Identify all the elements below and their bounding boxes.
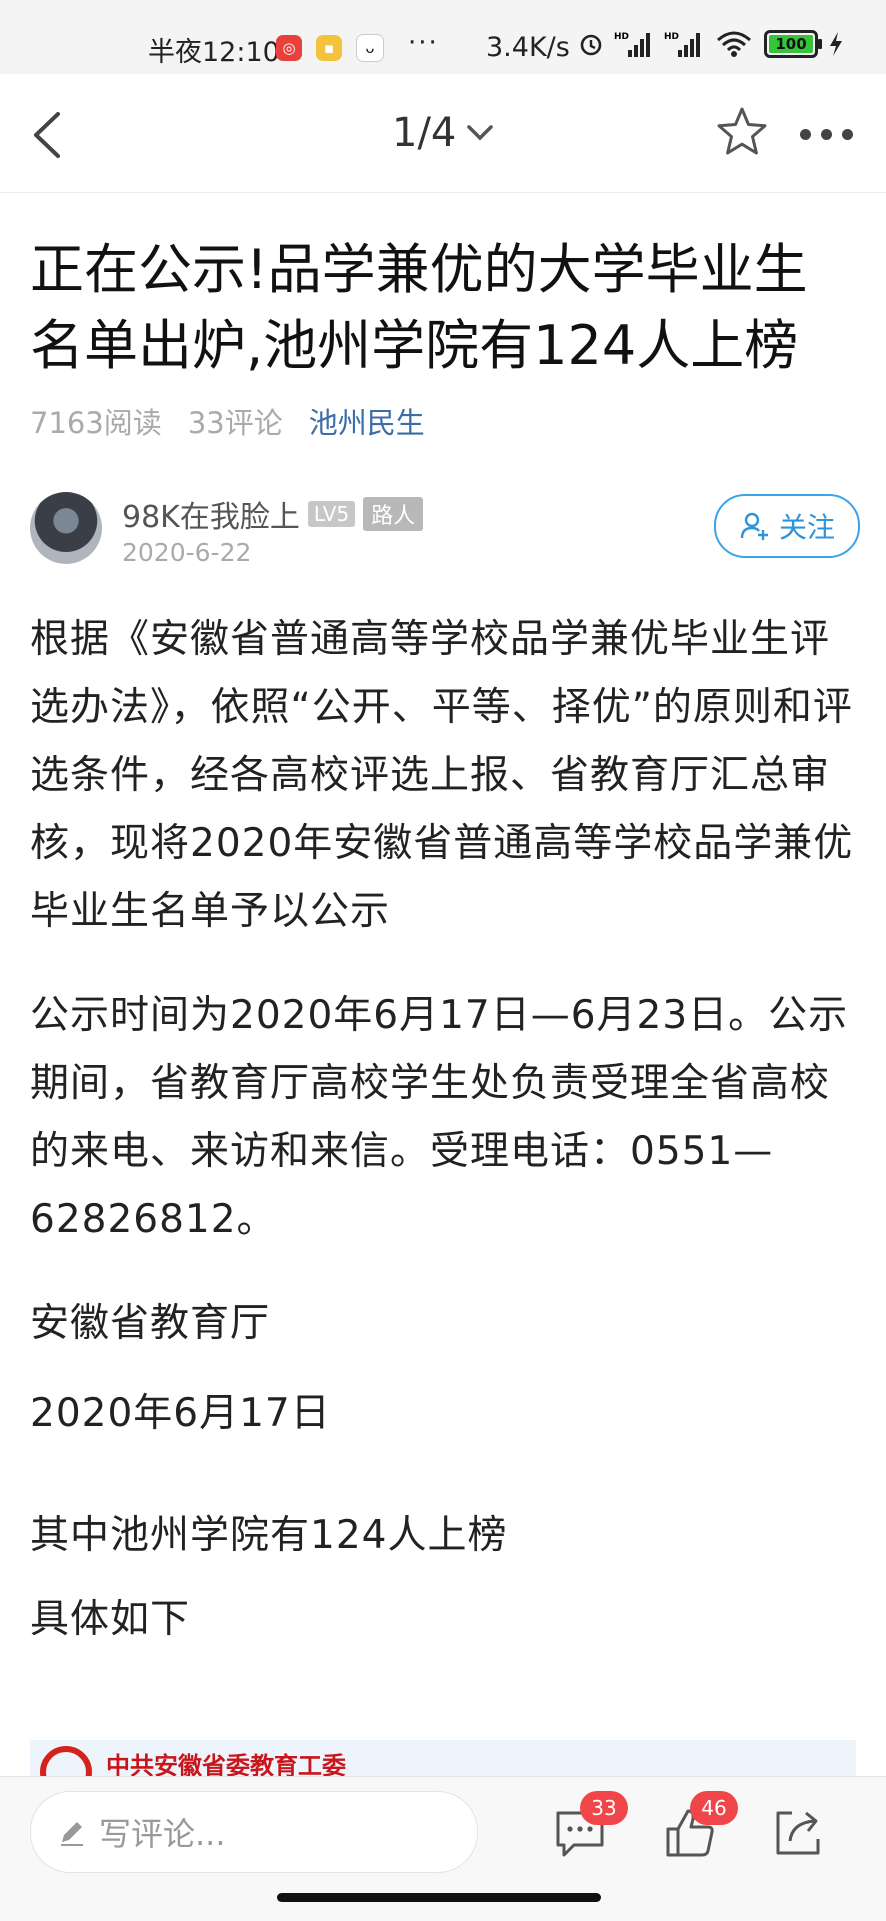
- role-badge: 路人: [363, 497, 424, 531]
- comment-count-badge: 33: [580, 1791, 628, 1825]
- more-notifications-icon: ···: [408, 28, 439, 58]
- article-paragraph: 公示时间为2020年6月17日—6月23日。公示期间，省教育厅高校学生处负责受理…: [30, 993, 849, 1242]
- signal-icon: HD: [614, 32, 650, 57]
- page-indicator-label: 1/4: [392, 110, 457, 156]
- like-count-badge: 46: [690, 1791, 738, 1825]
- publish-date: 2020-6-22: [122, 538, 252, 567]
- signal-icon: HD: [664, 32, 700, 57]
- svg-text:HD: HD: [614, 32, 629, 42]
- charging-icon: [830, 32, 842, 56]
- favorite-star-icon[interactable]: [714, 104, 770, 160]
- article-meta: 7163阅读 33评论 池州民生: [30, 400, 425, 442]
- chevron-down-icon: [467, 125, 494, 141]
- article-paragraph: 其中池州学院有124人上榜: [30, 1513, 508, 1558]
- alarm-icon: [580, 34, 602, 56]
- follow-button[interactable]: 关注: [714, 494, 860, 558]
- status-bar: 半夜12:10 ◎ ▪ ᴗ ··· 3.4K/s HD HD 100: [0, 0, 886, 74]
- channel-link[interactable]: 池州民生: [309, 400, 425, 442]
- more-options-icon[interactable]: [800, 129, 853, 140]
- add-user-icon: [740, 512, 768, 540]
- cat-app-icon: ᴗ: [356, 34, 384, 62]
- article-paragraph: 根据《安徽省普通高等学校品学兼优毕业生评选办法》，依照“公开、平等、择优”的原则…: [30, 617, 854, 934]
- article-title: 正在公示!品学兼优的大学毕业生名单出炉,池州学院有124人上榜: [30, 238, 808, 377]
- like-button[interactable]: 46: [662, 1791, 738, 1861]
- comments-button[interactable]: 33: [552, 1791, 628, 1861]
- battery-level: 100: [775, 35, 807, 53]
- pencil-icon: [61, 1822, 83, 1846]
- network-speed: 3.4K/s: [486, 32, 570, 63]
- article-paragraph: 2020年6月17日: [30, 1391, 331, 1436]
- level-badge: LV5: [307, 501, 356, 527]
- comment-count-text[interactable]: 33评论: [188, 400, 283, 442]
- avatar[interactable]: [30, 492, 102, 564]
- comment-input[interactable]: 写评论...: [30, 1791, 478, 1873]
- author-info[interactable]: 98K在我脸上 LV5 路人: [122, 492, 424, 536]
- svg-text:HD: HD: [664, 32, 679, 42]
- wifi-icon: [717, 31, 751, 57]
- notification-icons: ◎ ▪ ᴗ: [276, 34, 384, 62]
- back-icon[interactable]: [28, 110, 68, 160]
- follow-label: 关注: [778, 511, 835, 544]
- article-nav-bar: 1/4: [0, 74, 886, 193]
- share-icon: [776, 1811, 820, 1855]
- comment-placeholder: 写评论...: [99, 1815, 226, 1853]
- netease-music-icon: ◎: [276, 35, 302, 61]
- chat-app-icon: ▪: [316, 35, 342, 61]
- author-row: 98K在我脸上 LV5 路人 2020-6-22 关注: [30, 492, 860, 572]
- author-name[interactable]: 98K在我脸上: [122, 492, 300, 536]
- read-count: 7163阅读: [30, 406, 162, 440]
- page-indicator[interactable]: 1/4: [392, 110, 494, 156]
- system-icons: HD HD 100: [578, 30, 844, 58]
- battery-icon: 100: [764, 30, 822, 58]
- status-time: 半夜12:10: [148, 37, 280, 68]
- share-button[interactable]: [770, 1805, 826, 1861]
- article-paragraph: 具体如下: [30, 1597, 191, 1642]
- home-indicator[interactable]: [277, 1893, 601, 1902]
- article-paragraph: 安徽省教育厅: [30, 1301, 271, 1346]
